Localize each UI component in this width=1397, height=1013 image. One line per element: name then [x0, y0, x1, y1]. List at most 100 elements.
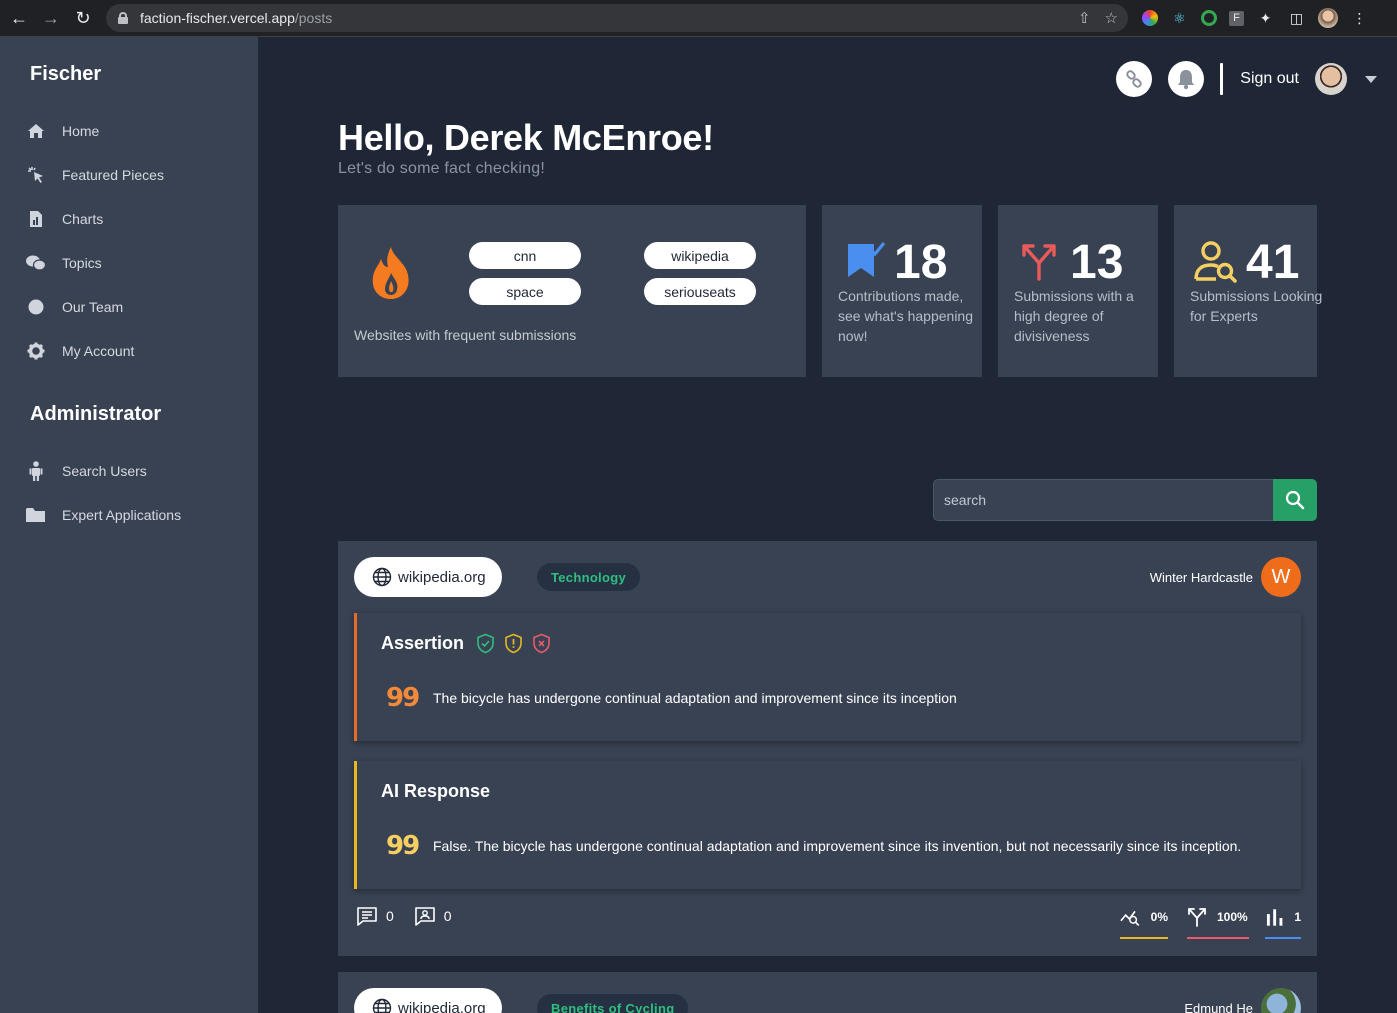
extensions-area: ⚛ F ✦ ◫ ⋮ — [1142, 8, 1369, 28]
divisive-count: 13 — [1070, 236, 1124, 289]
sidebar-item-our-team[interactable]: Our Team — [26, 295, 123, 319]
votes-metric[interactable]: 1 — [1265, 903, 1301, 939]
sidebar-item-label: Topics — [62, 255, 102, 271]
sidebar-item-charts[interactable]: Charts — [26, 207, 103, 231]
divisive-card[interactable]: 13 Submissions with a high degree of div… — [998, 205, 1158, 377]
reload-icon[interactable]: ↻ — [74, 9, 92, 27]
agreement-metric[interactable]: 0% — [1120, 903, 1168, 939]
back-icon[interactable]: ← — [10, 9, 28, 27]
expert-replies-button[interactable]: 0 — [414, 906, 452, 926]
quote-icon: 99 — [386, 683, 420, 713]
sidebar: Fischer Home Featured Pieces Charts Topi… — [0, 37, 258, 1013]
expert-replies-count: 0 — [443, 908, 452, 924]
assertion-title: Assertion — [381, 633, 465, 653]
site-chip-seriouseats[interactable]: seriouseats — [644, 278, 756, 305]
target-extension-icon[interactable] — [1201, 10, 1217, 26]
ai-response-block: AI Response 99 False. The bicycle has un… — [354, 761, 1301, 889]
user-search-icon — [1194, 241, 1237, 283]
experts-card[interactable]: 41 Submissions Looking for Experts — [1174, 205, 1322, 377]
admin-section-title: Administrator — [30, 403, 162, 425]
sidebar-item-label: Charts — [62, 211, 104, 227]
assertion-text: The bicycle has undergone continual adap… — [433, 690, 957, 706]
puzzle-extensions-icon[interactable]: ✦ — [1256, 9, 1275, 28]
address-bar[interactable]: faction-fischer.vercel.app/posts ⇧ ☆ — [106, 4, 1128, 32]
post-author[interactable]: Winter Hardcastle W — [1150, 557, 1301, 597]
sign-out-link[interactable]: Sign out — [1240, 70, 1299, 88]
author-name: Winter Hardcastle — [1149, 569, 1253, 585]
sidebar-item-label: Expert Applications — [62, 507, 182, 523]
source-site-pill[interactable]: wikipedia.org — [354, 557, 502, 597]
author-name: Edmund He — [1184, 1000, 1253, 1013]
ai-response-title: AI Response — [381, 781, 491, 801]
react-devtools-icon[interactable]: ⚛ — [1170, 9, 1189, 28]
shield-warning-icon[interactable] — [504, 633, 523, 654]
post-footer-left: 0 0 — [356, 906, 464, 926]
divisiveness-metric[interactable]: 100% — [1187, 903, 1249, 939]
lock-icon — [118, 12, 128, 24]
post-card: wikipedia.org Benefits of Cycling Edmund… — [338, 972, 1317, 1013]
expert-comment-icon — [414, 907, 435, 926]
comments-button[interactable]: 0 — [356, 906, 394, 926]
gear-icon — [26, 341, 46, 361]
forward-icon[interactable]: → — [42, 9, 60, 27]
top-bar: Sign out — [1100, 61, 1377, 97]
contributions-card[interactable]: 18 Contributions made, see what's happen… — [822, 205, 982, 377]
votes-value: 1 — [1294, 910, 1301, 924]
sidebar-item-label: Search Users — [62, 463, 147, 479]
experts-count: 41 — [1246, 236, 1300, 289]
chevron-down-icon[interactable] — [1365, 75, 1377, 83]
color-picker-extension-icon[interactable] — [1142, 10, 1158, 26]
sidebar-item-label: Home — [62, 123, 100, 139]
site-chip-space[interactable]: space — [469, 278, 581, 305]
f-extension-icon[interactable]: F — [1229, 10, 1244, 26]
site-chip-cnn[interactable]: cnn — [469, 242, 581, 269]
comment-icon — [357, 907, 377, 926]
link-button[interactable] — [1116, 61, 1153, 97]
share-icon[interactable]: ⇧ — [1078, 9, 1091, 27]
brand-logo[interactable]: Fischer — [30, 63, 101, 86]
user-avatar[interactable] — [1315, 63, 1347, 95]
link-icon — [1126, 70, 1142, 88]
source-site-label: wikipedia.org — [398, 568, 486, 586]
shield-check-icon[interactable] — [476, 633, 495, 654]
flame-icon — [372, 247, 409, 299]
browser-toolbar: ← → ↻ faction-fischer.vercel.app/posts ⇧… — [0, 0, 1397, 37]
source-site-pill[interactable]: wikipedia.org — [354, 988, 502, 1013]
agreement-underline — [1120, 937, 1168, 939]
sidebar-item-my-account[interactable]: My Account — [26, 339, 134, 363]
search-input[interactable] — [933, 479, 1273, 521]
search-icon — [1285, 490, 1305, 510]
split-arrows-icon — [1188, 908, 1206, 927]
search-bar — [933, 479, 1317, 521]
side-panel-icon[interactable]: ◫ — [1287, 9, 1306, 28]
star-icon[interactable]: ☆ — [1105, 9, 1118, 27]
profile-avatar-icon[interactable] — [1318, 8, 1338, 28]
page-subtitle: Let's do some fact checking! — [338, 160, 545, 177]
globe-icon — [372, 998, 392, 1013]
chat-bubbles-icon — [26, 253, 46, 273]
kebab-menu-icon[interactable]: ⋮ — [1350, 9, 1369, 28]
divider — [1220, 63, 1224, 95]
topic-badge[interactable]: Technology — [537, 563, 640, 591]
bar-chart-icon — [1266, 909, 1283, 926]
avatar: W — [1261, 557, 1301, 597]
site-chip-wikipedia[interactable]: wikipedia — [644, 242, 756, 269]
sidebar-item-featured-pieces[interactable]: Featured Pieces — [26, 163, 164, 187]
ai-response-text: False. The bicycle has undergone continu… — [433, 838, 1242, 854]
globe-icon — [372, 567, 392, 587]
sidebar-item-home[interactable]: Home — [26, 119, 99, 143]
shield-x-icon[interactable] — [532, 633, 551, 654]
post-author[interactable]: Edmund He — [1184, 988, 1301, 1013]
home-icon — [26, 121, 46, 141]
notifications-button[interactable] — [1168, 61, 1205, 97]
topic-badge[interactable]: Benefits of Cycling — [537, 994, 689, 1013]
sidebar-item-label: My Account — [62, 343, 135, 359]
sidebar-item-expert-applications[interactable]: Expert Applications — [26, 503, 181, 527]
sidebar-item-search-users[interactable]: Search Users — [26, 459, 147, 483]
post-card: wikipedia.org Technology Winter Hardcast… — [338, 541, 1317, 956]
sidebar-item-topics[interactable]: Topics — [26, 251, 102, 275]
quote-icon: 99 — [386, 831, 420, 861]
votes-underline — [1265, 937, 1301, 939]
contributions-count: 18 — [894, 236, 948, 289]
search-button[interactable] — [1273, 479, 1317, 521]
